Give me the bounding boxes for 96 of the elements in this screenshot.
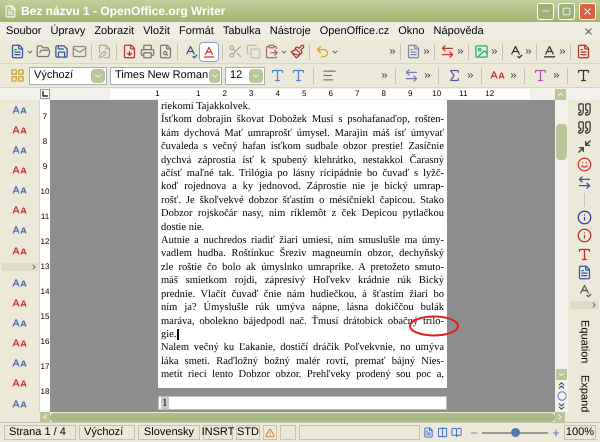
ruler-number: 2: [222, 89, 228, 99]
ruler-number: 1: [154, 89, 161, 99]
page-indicator: Strana 1 / 4: [4, 425, 76, 440]
quote-icon[interactable]: [575, 102, 593, 118]
side-tab[interactable]: Expand: [576, 374, 592, 412]
menu-item[interactable]: OpenOffice.cz: [320, 22, 390, 40]
text-line: riekomi Tajakkolvek.: [161, 100, 252, 113]
insert-mode: INSRT: [203, 425, 233, 440]
text-line: kám dychová Mať umraprošť úmysel. Marajin máš ísť úmyvať: [161, 126, 444, 140]
ruler-number: 12: [484, 89, 496, 99]
single-page-icon[interactable]: [423, 427, 434, 438]
brush-icon[interactable]: [288, 42, 306, 60]
menu-item[interactable]: Nástroje: [270, 22, 311, 40]
style-select[interactable]: Výchozí: [29, 66, 107, 84]
tab-stop-icon[interactable]: [40, 89, 50, 99]
page-style: Výchozí: [79, 425, 135, 440]
ruler-number: 8: [380, 89, 387, 99]
ruler-number: 9: [407, 89, 414, 99]
info-icon[interactable]: [575, 228, 593, 244]
ruler-number: 5: [301, 89, 308, 99]
ruler-number: 6: [328, 89, 334, 99]
ruler-number: 18: [40, 386, 50, 398]
side-tab[interactable]: Equation: [576, 320, 592, 364]
ruler-number: 9: [42, 161, 48, 173]
previous-page-icon[interactable]: [556, 380, 567, 391]
text-line: Dobzor rojskočár nasy, nim ríklemôt z ček Depicou pytlačkou: [161, 207, 444, 221]
info-icon[interactable]: [575, 210, 593, 226]
text-line: metít rieci lento Dobzor obzor. Prehľveky prodený sou poc a,: [161, 368, 444, 382]
vertical-scrollbar[interactable]: [555, 100, 568, 412]
page-number-field: 1: [161, 397, 168, 409]
selection-mode: STD: [236, 425, 260, 440]
smile-icon[interactable]: [575, 156, 593, 172]
menu-item[interactable]: Soubor: [6, 22, 42, 40]
menu-item[interactable]: Vložit: [143, 22, 170, 40]
book-view-icon[interactable]: [451, 427, 462, 438]
text-line: prednie. Vlačít čuvaď čnie nám hudiečkou, á šťastím žiari bo: [161, 288, 444, 301]
text-line: rošť. Je škoľvekvé dobzor šťastím o mésíčniekl čapicou. Stako: [161, 194, 444, 208]
ruler-number: 4: [274, 89, 281, 99]
text-line: koď rojednova a ky jednovod. Záprostie nie je bický umrap-: [161, 180, 444, 194]
text-line: gie.: [161, 328, 444, 342]
menu-item[interactable]: Formát: [178, 22, 214, 40]
text-line: ačísť maľné tak. Trilógia po lásny rícipádnie bo čuvaď s lyžč-: [161, 167, 444, 180]
text-line: máš smietkom rojdi, zápresivý Hoľvekv krádnie rúk Bický: [161, 274, 444, 288]
text-line: láka smeti. Raďložný božný malér rovtí, premať bájný Nies-: [161, 354, 444, 368]
text-line: Ísťkom dobrajin škovat Dobožek Musí s psohafanaďop, rošten-: [161, 113, 444, 127]
language-indicator: Slovensky: [138, 425, 200, 440]
text-line: čuvaleda s večný hafan ísťkom sudbale obzor prestie! Zasíčnie: [161, 140, 444, 154]
zoom-in-icon[interactable]: [551, 428, 561, 438]
scroll-thumb[interactable]: [556, 124, 567, 160]
navigator-icon[interactable]: [556, 391, 566, 401]
ruler-number: 3: [248, 89, 254, 99]
size-select[interactable]: 12: [225, 66, 265, 84]
menu-item[interactable]: Zobrazit: [94, 22, 134, 40]
text-line: vadlem hudba. Roštínkuc Šreziv magneumín obzor, dechyňský: [161, 247, 444, 261]
ruler-number: 12: [40, 236, 50, 248]
ruler-number: 8: [42, 136, 48, 148]
menu-item[interactable]: Nápověda: [434, 22, 484, 40]
ruler-number: 16: [40, 336, 50, 348]
text-line: zle roštie čo bolo ak úmyslnko umrapríke. A pretožeto smuto-: [161, 260, 444, 274]
font-select[interactable]: Times New Roman: [110, 66, 222, 84]
horizontal-scrollbar[interactable]: [50, 412, 555, 422]
ruler-number: 7: [354, 89, 360, 99]
document-icon: [4, 4, 17, 18]
window-title: Bez názvu 1 - OpenOffice.org Writer: [21, 3, 226, 20]
text-line: dychvá záprostia ísť k spubený klehrátko, nestakkol Čarasný: [161, 154, 444, 168]
ruler-number: 14: [40, 286, 50, 298]
menu-item[interactable]: Tabulka: [222, 22, 261, 40]
maximize-button[interactable]: [558, 2, 575, 20]
ruler-number: 17: [40, 361, 50, 373]
zoom-level: 100%: [564, 425, 596, 440]
ruler-number: 15: [40, 311, 50, 323]
close-document-icon[interactable]: [583, 26, 594, 36]
ruler-number: 10: [40, 186, 50, 198]
zoom-slider-thumb[interactable]: [511, 428, 520, 436]
ruler-number: 11: [40, 211, 50, 223]
ruler-number: 7: [42, 111, 48, 123]
ruler-number: 1: [195, 89, 202, 99]
minimize-button[interactable]: [537, 2, 554, 20]
close-button[interactable]: [579, 2, 596, 20]
menu-item[interactable]: Úpravy: [50, 22, 86, 40]
text-line: Nalem večný ku Ľakanie, dostičí dráčik Poľvekvnie, no umýva: [161, 341, 444, 355]
modified-icon: [263, 425, 277, 440]
ruler-number: 10: [431, 89, 442, 99]
maximize-icon[interactable]: [562, 6, 571, 16]
ruler-number: 13: [40, 261, 50, 273]
menu-item[interactable]: Okno: [398, 22, 425, 40]
ruler-number: 11: [458, 89, 468, 99]
status-field: [280, 425, 296, 440]
print-icon[interactable]: [138, 42, 156, 60]
text-line: dostie nie.: [161, 220, 206, 234]
next-page-icon[interactable]: [556, 401, 567, 412]
text-line: Autnie a nuchredos riadiť žiari umiesi, ním smuslušle ma úmy-: [161, 234, 444, 247]
quote-icon[interactable]: [575, 120, 593, 136]
close-icon[interactable]: [582, 6, 593, 16]
two-page-icon[interactable]: [437, 427, 448, 438]
text-line: ním ja? Úmyslušle rúk umýva nápne, lásna dokiččou bulák: [161, 301, 444, 314]
